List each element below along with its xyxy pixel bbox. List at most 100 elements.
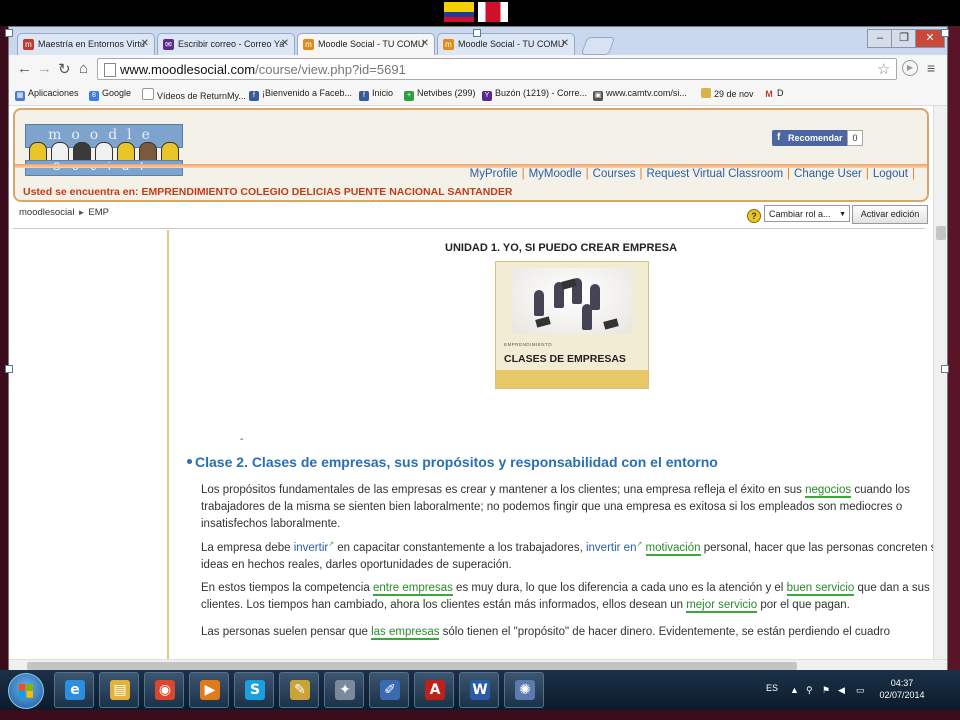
bookmark-camtv[interactable]: ▣ www.camtv.com/si...	[593, 88, 687, 101]
link-negocios[interactable]: negocios	[805, 484, 852, 498]
extension-icon[interactable]: ▶	[902, 60, 918, 76]
apps-grid-icon: ▦	[15, 91, 25, 101]
breadcrumb-home[interactable]: moodlesocial	[19, 207, 74, 218]
link-invertir[interactable]: invertir	[294, 542, 329, 554]
link-entre-empresas[interactable]: entre empresas	[372, 582, 453, 596]
display-icon[interactable]: ▭	[856, 685, 865, 696]
bookmark-apps[interactable]: ▦ Aplicaciones	[15, 88, 79, 101]
nav-myprofile[interactable]: MyProfile	[470, 168, 518, 180]
taskbar-app-1[interactable]: ▤	[99, 672, 139, 708]
facebook-recommend-count: 0	[847, 130, 863, 146]
taskbar-app-10[interactable]: ✺	[504, 672, 544, 708]
bookmark-buzon[interactable]: Y Buzón (1219) - Corre...	[482, 88, 587, 101]
taskbar-app-4[interactable]: S	[234, 672, 274, 708]
left-column	[13, 230, 169, 659]
section-title: Clase 2. Clases de empresas, sus propósi…	[187, 454, 718, 470]
browser-tab[interactable]: m Moodle Social - TU COMU ✕	[437, 33, 575, 55]
bookmark-netvibes[interactable]: + Netvibes (299)	[404, 88, 476, 101]
clock[interactable]: 04:37 02/07/2014	[878, 677, 926, 701]
network-icon[interactable]: ⚲	[806, 685, 813, 696]
bookmark-star-icon[interactable]: ☆	[877, 60, 890, 78]
new-tab-button[interactable]	[580, 37, 616, 55]
word-icon: W	[470, 680, 490, 700]
google-icon: 8	[89, 91, 99, 101]
nav-request-virtual-classroom[interactable]: Request Virtual Classroom	[646, 168, 783, 180]
page-icon	[104, 63, 116, 77]
yahoo-mail-icon: ✉	[163, 39, 174, 50]
link-motivacion[interactable]: motivación	[645, 542, 701, 556]
paragraph-2: La empresa debe invertir↗ en capacitar c…	[201, 541, 933, 571]
link-invertir-en[interactable]: invertir en	[586, 542, 637, 554]
taskbar-app-7[interactable]: ✐	[369, 672, 409, 708]
media-player-icon: ▶	[200, 680, 220, 700]
nav-logout[interactable]: Logout	[873, 168, 908, 180]
help-icon[interactable]: ?	[747, 209, 761, 223]
bookmark-gmail[interactable]: MD	[764, 88, 784, 99]
selection-handle[interactable]	[5, 365, 13, 373]
volume-icon[interactable]: ◀	[838, 685, 845, 696]
back-arrow-icon[interactable]: ←	[17, 60, 32, 77]
bookmark-facebook[interactable]: f ¡Bienvenido a Faceb...	[249, 88, 352, 101]
forward-arrow-icon[interactable]: →	[37, 60, 52, 77]
bookmark-google[interactable]: 8 Google	[89, 88, 131, 101]
selection-handle[interactable]	[941, 29, 949, 37]
browser-tab[interactable]: ✉ Escribir correo - Correo Ya ✕	[157, 33, 295, 55]
link-mejor-servicio[interactable]: mejor servicio	[686, 599, 758, 613]
bookmark-videos[interactable]: Vídeos de ReturnMy...	[142, 88, 246, 101]
breadcrumb: moodlesocial ► EMP	[19, 207, 109, 218]
reload-icon[interactable]: ↻	[58, 60, 71, 78]
taskbar-app-9[interactable]: W	[459, 672, 499, 708]
vertical-scrollbar[interactable]	[933, 106, 947, 659]
flag-icon[interactable]: ⚑	[822, 685, 830, 696]
language-indicator[interactable]: ES	[766, 683, 778, 693]
minimize-button[interactable]: –	[867, 29, 893, 48]
editor-icon: ✐	[380, 680, 400, 700]
horizontal-scroll-thumb[interactable]	[27, 662, 797, 670]
bottom-strip	[0, 710, 960, 720]
moodle-social-logo[interactable]: moodle Social	[25, 124, 183, 180]
bookmark-folder[interactable]: 29 de nov	[701, 88, 754, 99]
taskbar-app-0[interactable]: e	[54, 672, 94, 708]
home-icon[interactable]: ⌂	[79, 60, 88, 77]
selection-handle[interactable]	[941, 365, 949, 373]
browser-tab-active[interactable]: m Moodle Social - TU COMU ✕	[297, 33, 435, 55]
adobe-reader-icon: A	[425, 680, 445, 700]
taskbar-app-8[interactable]: A	[414, 672, 454, 708]
nav-courses[interactable]: Courses	[593, 168, 636, 180]
address-bar[interactable]: www.moodlesocial.com/course/view.php?id=…	[97, 58, 897, 80]
bookmark-inicio[interactable]: f Inicio	[359, 88, 393, 101]
nav-mymoodle[interactable]: MyMoodle	[529, 168, 582, 180]
gimp-icon: ✦	[335, 680, 355, 700]
taskbar-app-2[interactable]: ◉	[144, 672, 184, 708]
maximize-button[interactable]: ❐	[891, 29, 917, 48]
browser-tab[interactable]: m Maestría en Entornos Virtu ✕	[17, 33, 155, 55]
menu-icon[interactable]: ≡	[927, 60, 935, 76]
selection-handle[interactable]	[5, 29, 13, 37]
close-icon[interactable]: ✕	[421, 38, 429, 49]
chrome-icon: ◉	[155, 680, 175, 700]
close-icon[interactable]: ✕	[281, 38, 289, 49]
folder-icon	[701, 88, 711, 98]
selection-handle[interactable]	[473, 29, 481, 37]
taskbar-app-3[interactable]: ▶	[189, 672, 229, 708]
switch-role-select[interactable]: Cambiar rol a... ▼	[764, 205, 850, 222]
vertical-scroll-thumb[interactable]	[936, 226, 946, 240]
turn-editing-on-button[interactable]: Activar edición	[852, 205, 928, 224]
close-icon[interactable]: ✕	[561, 38, 569, 49]
show-hidden-icons-icon[interactable]: ▲	[790, 685, 799, 695]
clock-date: 02/07/2014	[879, 690, 925, 700]
facebook-recommend-button[interactable]: Recomendar	[772, 130, 849, 146]
flag-icon	[478, 2, 508, 22]
start-button[interactable]	[8, 673, 44, 709]
link-buen-servicio[interactable]: buen servicio	[786, 582, 855, 596]
close-icon[interactable]: ✕	[141, 38, 149, 49]
url-path: /course/view.php?id=5691	[255, 62, 406, 77]
internet-explorer-icon: e	[65, 680, 85, 700]
nav-change-user[interactable]: Change User	[794, 168, 862, 180]
paragraph-1: Los propósitos fundamentales de las empr…	[201, 484, 910, 530]
taskbar-app-5[interactable]: ✎	[279, 672, 319, 708]
link-las-empresas[interactable]: las empresas	[371, 626, 440, 640]
facebook-icon: f	[359, 91, 369, 101]
gmail-icon: M	[764, 89, 774, 99]
taskbar-app-6[interactable]: ✦	[324, 672, 364, 708]
